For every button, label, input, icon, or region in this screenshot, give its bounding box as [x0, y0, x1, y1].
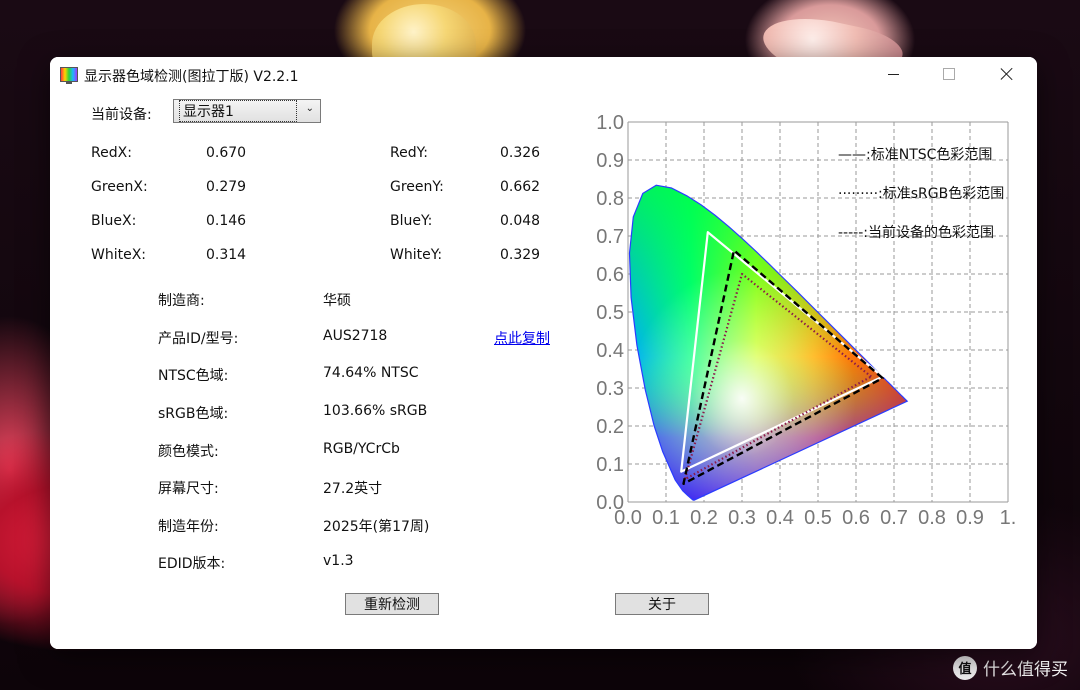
coord-value: 0.662	[500, 179, 541, 195]
app-window: 显示器色域检测(图拉丁版) V2.2.1 当前设备: 显示器1 ⌄ RedX: …	[50, 57, 1037, 649]
info-label: NTSC色域:	[158, 368, 229, 384]
coord-value: 0.146	[206, 213, 247, 229]
coord-label: BlueY:	[390, 213, 433, 229]
info-value: 103.66% sRGB	[323, 403, 428, 419]
y-tick-label: 0.4	[596, 340, 624, 362]
minimize-button[interactable]	[866, 57, 920, 91]
info-value: 华硕	[323, 293, 351, 309]
title-bar[interactable]: 显示器色域检测(图拉丁版) V2.2.1	[50, 57, 1037, 93]
info-label: 颜色模式:	[158, 444, 219, 460]
info-label: sRGB色域:	[158, 406, 229, 422]
legend-entry: ·········:标准sRGB色彩范围	[838, 185, 1004, 202]
y-tick-label: 0.3	[596, 378, 624, 400]
y-tick-label: 0.8	[596, 188, 624, 210]
device-select[interactable]: 显示器1 ⌄	[173, 99, 321, 123]
x-tick-label: 0.3	[728, 507, 756, 529]
info-label: EDID版本:	[158, 556, 226, 572]
y-tick-label: 0.0	[596, 492, 624, 514]
info-value: AUS2718	[323, 328, 388, 344]
cie-chromaticity-chart: 0.0 0.1 0.2 0.3 0.4 0.5 0.6 0.7 0.8 0.9 1.0.00.10.…	[596, 112, 1017, 529]
coord-label: WhiteX:	[91, 247, 147, 263]
coord-label: RedX:	[91, 145, 132, 161]
y-tick-label: 0.2	[596, 416, 624, 438]
info-label: 制造年份:	[158, 519, 219, 535]
legend-entry: -----:当前设备的色彩范围	[838, 224, 994, 241]
info-value: 2025年(第17周)	[323, 519, 430, 535]
info-value: RGB/YCrCb	[323, 441, 400, 457]
coord-value: 0.329	[500, 247, 541, 263]
main-panel: 当前设备: 显示器1 ⌄ RedX: 0.670 RedY: 0.326 Gre…	[50, 93, 1037, 649]
x-tick-label: 0.1	[652, 507, 680, 529]
coord-value: 0.670	[206, 145, 247, 161]
minimize-icon	[887, 73, 899, 75]
coord-value: 0.326	[500, 145, 541, 161]
x-tick-label: 0.6	[842, 507, 870, 529]
info-value: 27.2英寸	[323, 481, 383, 497]
x-tick-label: 0.4	[766, 507, 794, 529]
x-tick-label: 0.5	[804, 507, 832, 529]
coord-value: 0.314	[206, 247, 247, 263]
x-tick-label: 0.8	[918, 507, 946, 529]
device-select-value: 显示器1	[179, 100, 297, 122]
window-title: 显示器色域检测(图拉丁版) V2.2.1	[84, 69, 299, 85]
y-tick-label: 0.1	[596, 454, 624, 476]
monitor-icon	[60, 67, 78, 84]
x-tick-label: 0.9	[956, 507, 984, 529]
y-tick-label: 0.9	[596, 150, 624, 172]
chevron-down-icon: ⌄	[305, 103, 314, 114]
coord-label: RedY:	[390, 145, 429, 161]
info-value: v1.3	[323, 553, 354, 569]
info-label: 产品ID/型号:	[158, 331, 239, 347]
watermark: 值 什么值得买	[953, 655, 1068, 680]
coord-label: WhiteY:	[390, 247, 443, 263]
coord-label: GreenX:	[91, 179, 148, 195]
about-button[interactable]: 关于	[615, 593, 709, 615]
recheck-button[interactable]: 重新检测	[345, 593, 439, 615]
coord-value: 0.048	[500, 213, 541, 229]
watermark-logo-icon: 值	[953, 655, 977, 680]
coord-label: BlueX:	[91, 213, 137, 229]
maximize-button[interactable]	[922, 57, 976, 91]
close-button[interactable]	[980, 57, 1034, 91]
coord-value: 0.279	[206, 179, 247, 195]
coord-label: GreenY:	[390, 179, 444, 195]
maximize-icon	[943, 68, 955, 80]
info-label: 屏幕尺寸:	[158, 481, 219, 497]
y-tick-label: 0.5	[596, 302, 624, 324]
watermark-text: 什么值得买	[983, 660, 1068, 680]
x-tick-label: 0.2	[690, 507, 718, 529]
copy-link[interactable]: 点此复制	[494, 328, 550, 348]
legend-entry: ——:标准NTSC色彩范围	[838, 146, 992, 163]
device-label: 当前设备:	[91, 107, 152, 123]
y-tick-label: 0.7	[596, 226, 624, 248]
y-tick-label: 0.6	[596, 264, 624, 286]
x-tick-label: 0.7	[880, 507, 908, 529]
close-icon	[1000, 67, 1014, 81]
info-value: 74.64% NTSC	[323, 365, 419, 381]
y-tick-label: 1.0	[596, 112, 624, 134]
x-tick-label: 1.	[1000, 507, 1017, 529]
info-label: 制造商:	[158, 293, 205, 309]
